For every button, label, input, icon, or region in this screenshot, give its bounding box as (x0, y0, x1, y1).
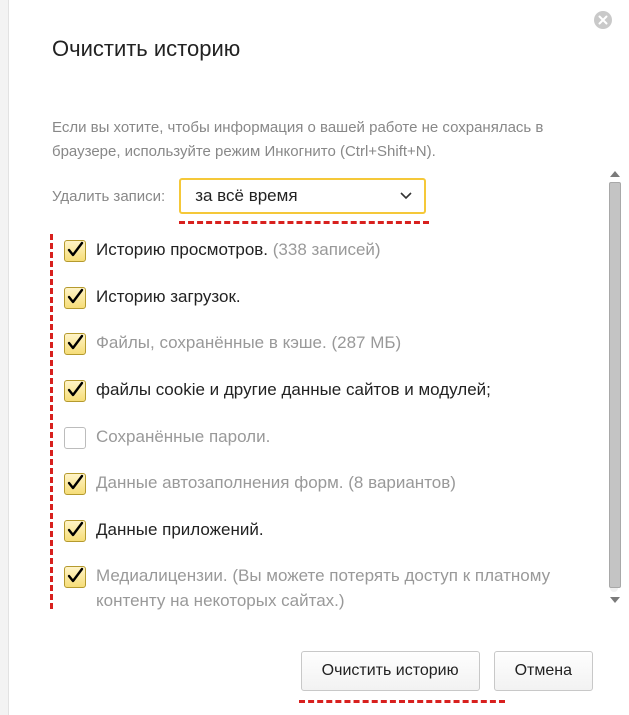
option-row: Сохранённые пароли. (64, 425, 584, 450)
cancel-button[interactable]: Отмена (494, 651, 593, 691)
option-label: Сохранённые пароли. (96, 427, 270, 446)
option-detail: (338 записей) (273, 240, 381, 259)
option-checkbox[interactable] (64, 566, 86, 588)
option-label: Историю просмотров. (96, 240, 268, 259)
clear-history-dialog: Очистить историю Если вы хотите, чтобы и… (22, 14, 614, 614)
delete-records-label: Удалить записи: (52, 188, 165, 205)
scrollbar-thumb[interactable] (609, 182, 621, 588)
option-text: Данные приложений. (96, 518, 264, 543)
scrollbar[interactable] (607, 168, 621, 606)
option-label: Историю загрузок. (96, 287, 241, 306)
time-range-select[interactable]: за всё время (179, 178, 426, 214)
clear-history-button[interactable]: Очистить историю (301, 651, 480, 691)
window-edge (0, 0, 9, 715)
dialog-page: Очистить историю Если вы хотите, чтобы и… (0, 0, 629, 715)
option-checkbox[interactable] (64, 287, 86, 309)
option-text: файлы cookie и другие данные сайтов и мо… (96, 378, 491, 403)
option-label: Файлы, сохранённые в кэше. (96, 333, 327, 352)
time-range-value: за всё время (195, 186, 297, 206)
option-checkbox[interactable] (64, 473, 86, 495)
option-text: Историю загрузок. (96, 285, 241, 310)
option-checkbox[interactable] (64, 520, 86, 542)
option-row: Историю просмотров. (338 записей) (64, 238, 584, 263)
option-row: файлы cookie и другие данные сайтов и мо… (64, 378, 584, 403)
dialog-title: Очистить историю (52, 36, 614, 62)
option-checkbox[interactable] (64, 380, 86, 402)
annotation-vertical (50, 234, 53, 609)
option-checkbox[interactable] (64, 240, 86, 262)
option-detail: (8 вариантов) (348, 473, 456, 492)
option-text: Медиалицензии. (Вы можете потерять досту… (96, 564, 584, 613)
annotation-underline (299, 700, 505, 703)
option-label: Данные приложений. (96, 520, 264, 539)
option-row: Историю загрузок. (64, 285, 584, 310)
option-row: Медиалицензии. (Вы можете потерять досту… (64, 564, 584, 613)
option-label: Медиалицензии. (96, 566, 228, 585)
dialog-intro: Если вы хотите, чтобы информация о вашей… (52, 116, 584, 164)
chevron-up-icon (610, 171, 620, 177)
option-detail: (287 МБ) (331, 333, 401, 352)
option-row: Данные приложений. (64, 518, 584, 543)
annotation-underline (179, 221, 429, 224)
scroll-down-button[interactable] (609, 594, 621, 606)
option-text: Историю просмотров. (338 записей) (96, 238, 381, 263)
option-row: Данные автозаполнения форм. (8 вариантов… (64, 471, 584, 496)
dialog-footer: Очистить историю Отмена (301, 651, 593, 691)
option-text: Файлы, сохранённые в кэше. (287 МБ) (96, 331, 401, 356)
option-text: Сохранённые пароли. (96, 425, 270, 450)
option-checkbox[interactable] (64, 333, 86, 355)
options-list: Историю просмотров. (338 записей)Историю… (52, 238, 584, 614)
option-label: Данные автозаполнения форм. (96, 473, 344, 492)
chevron-down-icon (610, 597, 620, 603)
option-text: Данные автозаполнения форм. (8 вариантов… (96, 471, 456, 496)
scroll-up-button[interactable] (609, 168, 621, 180)
option-row: Файлы, сохранённые в кэше. (287 МБ) (64, 331, 584, 356)
option-label: файлы cookie и другие данные сайтов и мо… (96, 380, 491, 399)
time-range-row: Удалить записи: за всё время (52, 178, 584, 214)
option-checkbox[interactable] (64, 427, 86, 449)
